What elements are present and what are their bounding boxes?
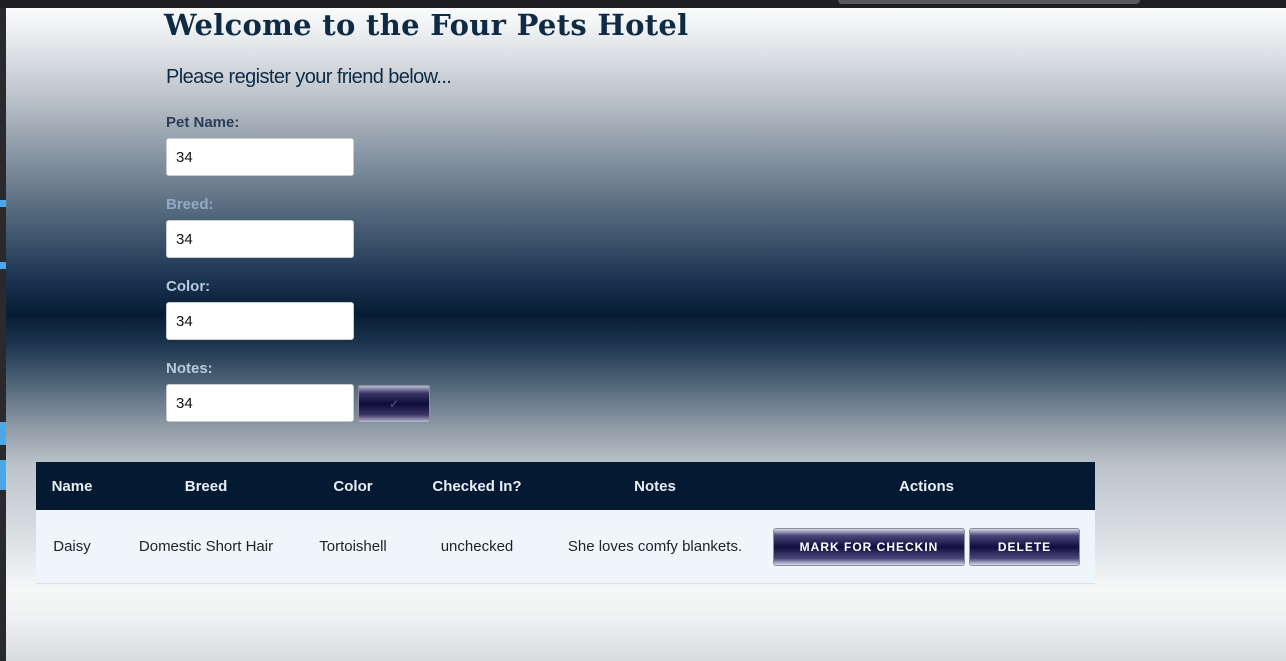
edge-marker (0, 262, 6, 269)
cell-breed: Domestic Short Hair (108, 510, 304, 584)
cell-name: Daisy (36, 510, 108, 584)
column-header-color: Color (304, 462, 402, 510)
checkmark-icon: ✓ (388, 397, 400, 411)
browser-tab-strip (838, 0, 1140, 4)
submit-button[interactable]: ✓ (358, 385, 430, 423)
column-header-actions: Actions (758, 462, 1095, 510)
delete-button[interactable]: DELETE (969, 527, 1080, 566)
window-left-edge (0, 8, 6, 661)
color-label: Color: (166, 278, 211, 295)
breed-input[interactable] (166, 220, 354, 258)
browser-top-bar (0, 0, 1286, 8)
column-header-notes: Notes (552, 462, 758, 510)
table-row: Daisy Domestic Short Hair Tortoishell un… (36, 510, 1095, 584)
table-header-row: Name Breed Color Checked In? Notes Actio… (36, 462, 1095, 510)
cell-notes: She loves comfy blankets. (552, 510, 758, 584)
page-title: Welcome to the Four Pets Hotel (164, 8, 689, 42)
pets-table: Name Breed Color Checked In? Notes Actio… (36, 462, 1095, 584)
cell-color: Tortoishell (304, 510, 402, 584)
column-header-name: Name (36, 462, 108, 510)
breed-label: Breed: (166, 196, 214, 213)
notes-input[interactable] (166, 384, 354, 422)
pet-name-input[interactable] (166, 138, 354, 176)
edge-marker (0, 422, 6, 445)
column-header-breed: Breed (108, 462, 304, 510)
page-subtitle: Please register your friend below... (166, 66, 452, 88)
edge-marker (0, 460, 6, 490)
edge-marker (0, 200, 6, 207)
column-header-checked-in: Checked In? (402, 462, 552, 510)
color-input[interactable] (166, 302, 354, 340)
cell-actions: MARK FOR CHECKIN DELETE (758, 510, 1095, 584)
notes-label: Notes: (166, 360, 213, 377)
mark-for-checkin-button[interactable]: MARK FOR CHECKIN (773, 527, 965, 566)
pet-name-label: Pet Name: (166, 114, 240, 131)
cell-checked-in: unchecked (402, 510, 552, 584)
